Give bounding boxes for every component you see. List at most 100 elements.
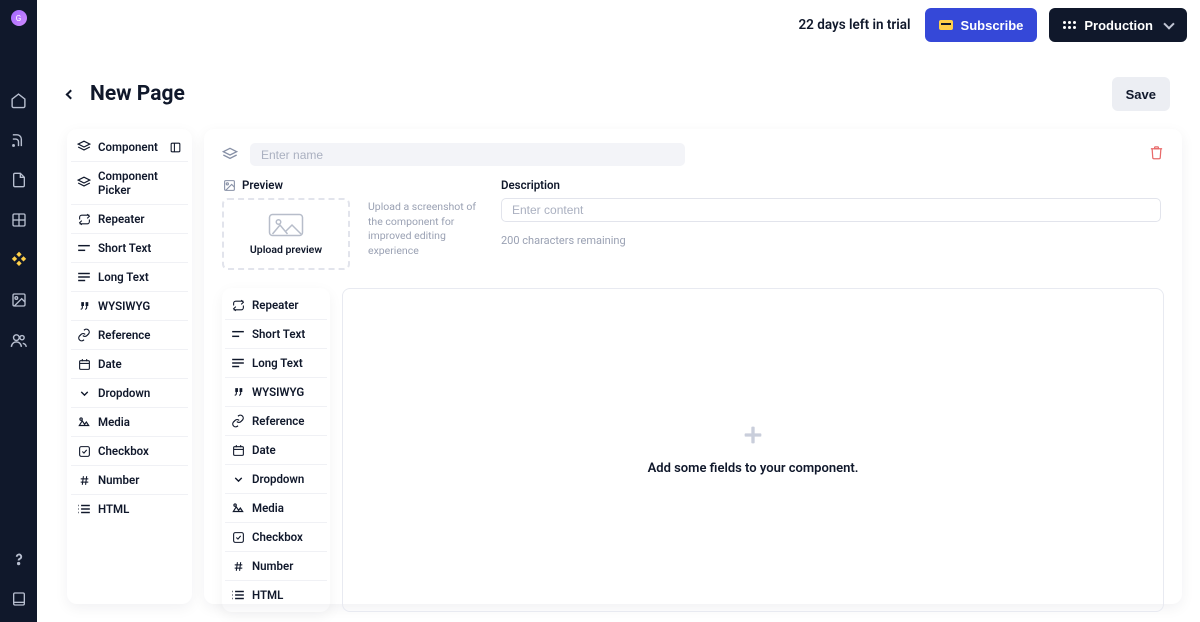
component-editor-panel: Preview Upload preview Upload a screensh… [204,129,1182,604]
field-type-label: Dropdown [252,472,304,486]
image-icon [77,415,91,429]
layers-icon [77,140,91,154]
left-sidebar: G [0,0,37,622]
home-icon[interactable] [10,91,28,109]
inner-field-long-text[interactable]: Long Text [225,349,327,378]
field-type-media[interactable]: Media [71,408,188,437]
hash-icon [231,559,245,573]
link-icon [231,414,245,428]
image-icon [222,178,236,192]
blog-icon[interactable] [10,131,28,149]
field-type-component[interactable]: Component [71,133,188,162]
field-type-reference[interactable]: Reference [71,321,188,350]
trial-text: 22 days left in trial [798,17,910,33]
checkbox-icon [231,530,245,544]
field-type-number[interactable]: Number [71,466,188,495]
long-text-icon [77,270,91,284]
layers-plus-icon [77,176,91,190]
grid-icon[interactable] [10,211,28,229]
topbar: 22 days left in trial Subscribe Producti… [37,0,1200,50]
link-icon [77,328,91,342]
inner-field-repeater[interactable]: Repeater [225,291,327,320]
short-text-icon [231,327,245,341]
components-icon[interactable] [10,251,28,269]
page-title: New Page [90,82,185,106]
repeat-icon [77,212,91,226]
field-type-long-text[interactable]: Long Text [71,263,188,292]
inner-field-checkbox[interactable]: Checkbox [225,523,327,552]
repeat-icon [231,298,245,312]
component-name-input[interactable] [250,143,685,166]
avatar[interactable]: G [11,10,27,26]
chevron-down-icon [231,472,245,486]
inner-field-wysiwyg[interactable]: WYSIWYG [225,378,327,407]
short-text-icon [77,241,91,255]
field-type-label: HTML [252,588,283,602]
inner-field-dropdown[interactable]: Dropdown [225,465,327,494]
save-button[interactable]: Save [1112,77,1170,111]
field-type-label: Number [252,559,293,573]
inner-field-number[interactable]: Number [225,552,327,581]
field-type-label: Checkbox [98,444,149,458]
field-types-panel: Component Component Picker Repeater Shor… [67,129,192,604]
field-type-label: Date [98,357,122,371]
field-type-html[interactable]: HTML [71,495,188,523]
users-icon[interactable] [10,331,28,349]
field-type-wysiwyg[interactable]: WYSIWYG [71,292,188,321]
preview-label: Preview [242,178,283,192]
inner-field-short-text[interactable]: Short Text [225,320,327,349]
field-type-short-text[interactable]: Short Text [71,234,188,263]
subscribe-button[interactable]: Subscribe [925,8,1038,42]
field-type-label: Checkbox [252,530,303,544]
environment-switcher[interactable]: Production [1049,8,1187,42]
hash-icon [77,473,91,487]
layers-icon [222,148,238,162]
field-type-label: Component [98,140,158,154]
field-type-label: Short Text [98,241,151,255]
inner-field-reference[interactable]: Reference [225,407,327,436]
card-icon [939,20,953,30]
field-type-label: Repeater [98,212,145,226]
field-type-label: WYSIWYG [98,299,150,313]
delete-button[interactable] [1149,145,1164,164]
field-type-repeater[interactable]: Repeater [71,205,188,234]
inner-field-media[interactable]: Media [225,494,327,523]
chevron-down-icon [77,386,91,400]
char-remaining: 200 characters remaining [501,234,1161,247]
fields-drop-area[interactable]: Add some fields to your component. [342,288,1164,612]
quote-icon [77,299,91,313]
back-button[interactable] [66,89,76,99]
page-header: New Page Save [37,50,1200,111]
chevron-down-icon [1163,18,1174,29]
plus-icon [743,425,763,449]
quote-icon [231,385,245,399]
preview-upload-label: Upload preview [250,243,322,256]
subscribe-label: Subscribe [961,18,1024,33]
field-type-label: Component Picker [98,169,182,197]
calendar-icon [231,443,245,457]
field-type-label: Reference [98,328,150,342]
description-input[interactable] [501,198,1161,222]
help-icon[interactable] [10,550,28,568]
collapse-icon[interactable] [168,140,182,154]
checkbox-icon [77,444,91,458]
field-type-date[interactable]: Date [71,350,188,379]
image-icon[interactable] [10,291,28,309]
field-type-label: Repeater [252,298,299,312]
grid-dots-icon [1063,21,1076,29]
book-icon[interactable] [10,590,28,608]
field-type-label: Number [98,473,139,487]
preview-hint: Upload a screenshot of the component for… [368,178,483,259]
field-type-component-picker[interactable]: Component Picker [71,162,188,205]
field-type-label: Media [252,501,284,515]
field-type-checkbox[interactable]: Checkbox [71,437,188,466]
preview-upload-area[interactable]: Upload preview [222,198,350,270]
inner-field-date[interactable]: Date [225,436,327,465]
page-icon[interactable] [10,171,28,189]
field-type-dropdown[interactable]: Dropdown [71,379,188,408]
long-text-icon [231,356,245,370]
field-type-label: Media [98,415,130,429]
inner-field-html[interactable]: HTML [225,581,327,609]
field-type-label: Reference [252,414,304,428]
field-type-label: Long Text [98,270,149,284]
